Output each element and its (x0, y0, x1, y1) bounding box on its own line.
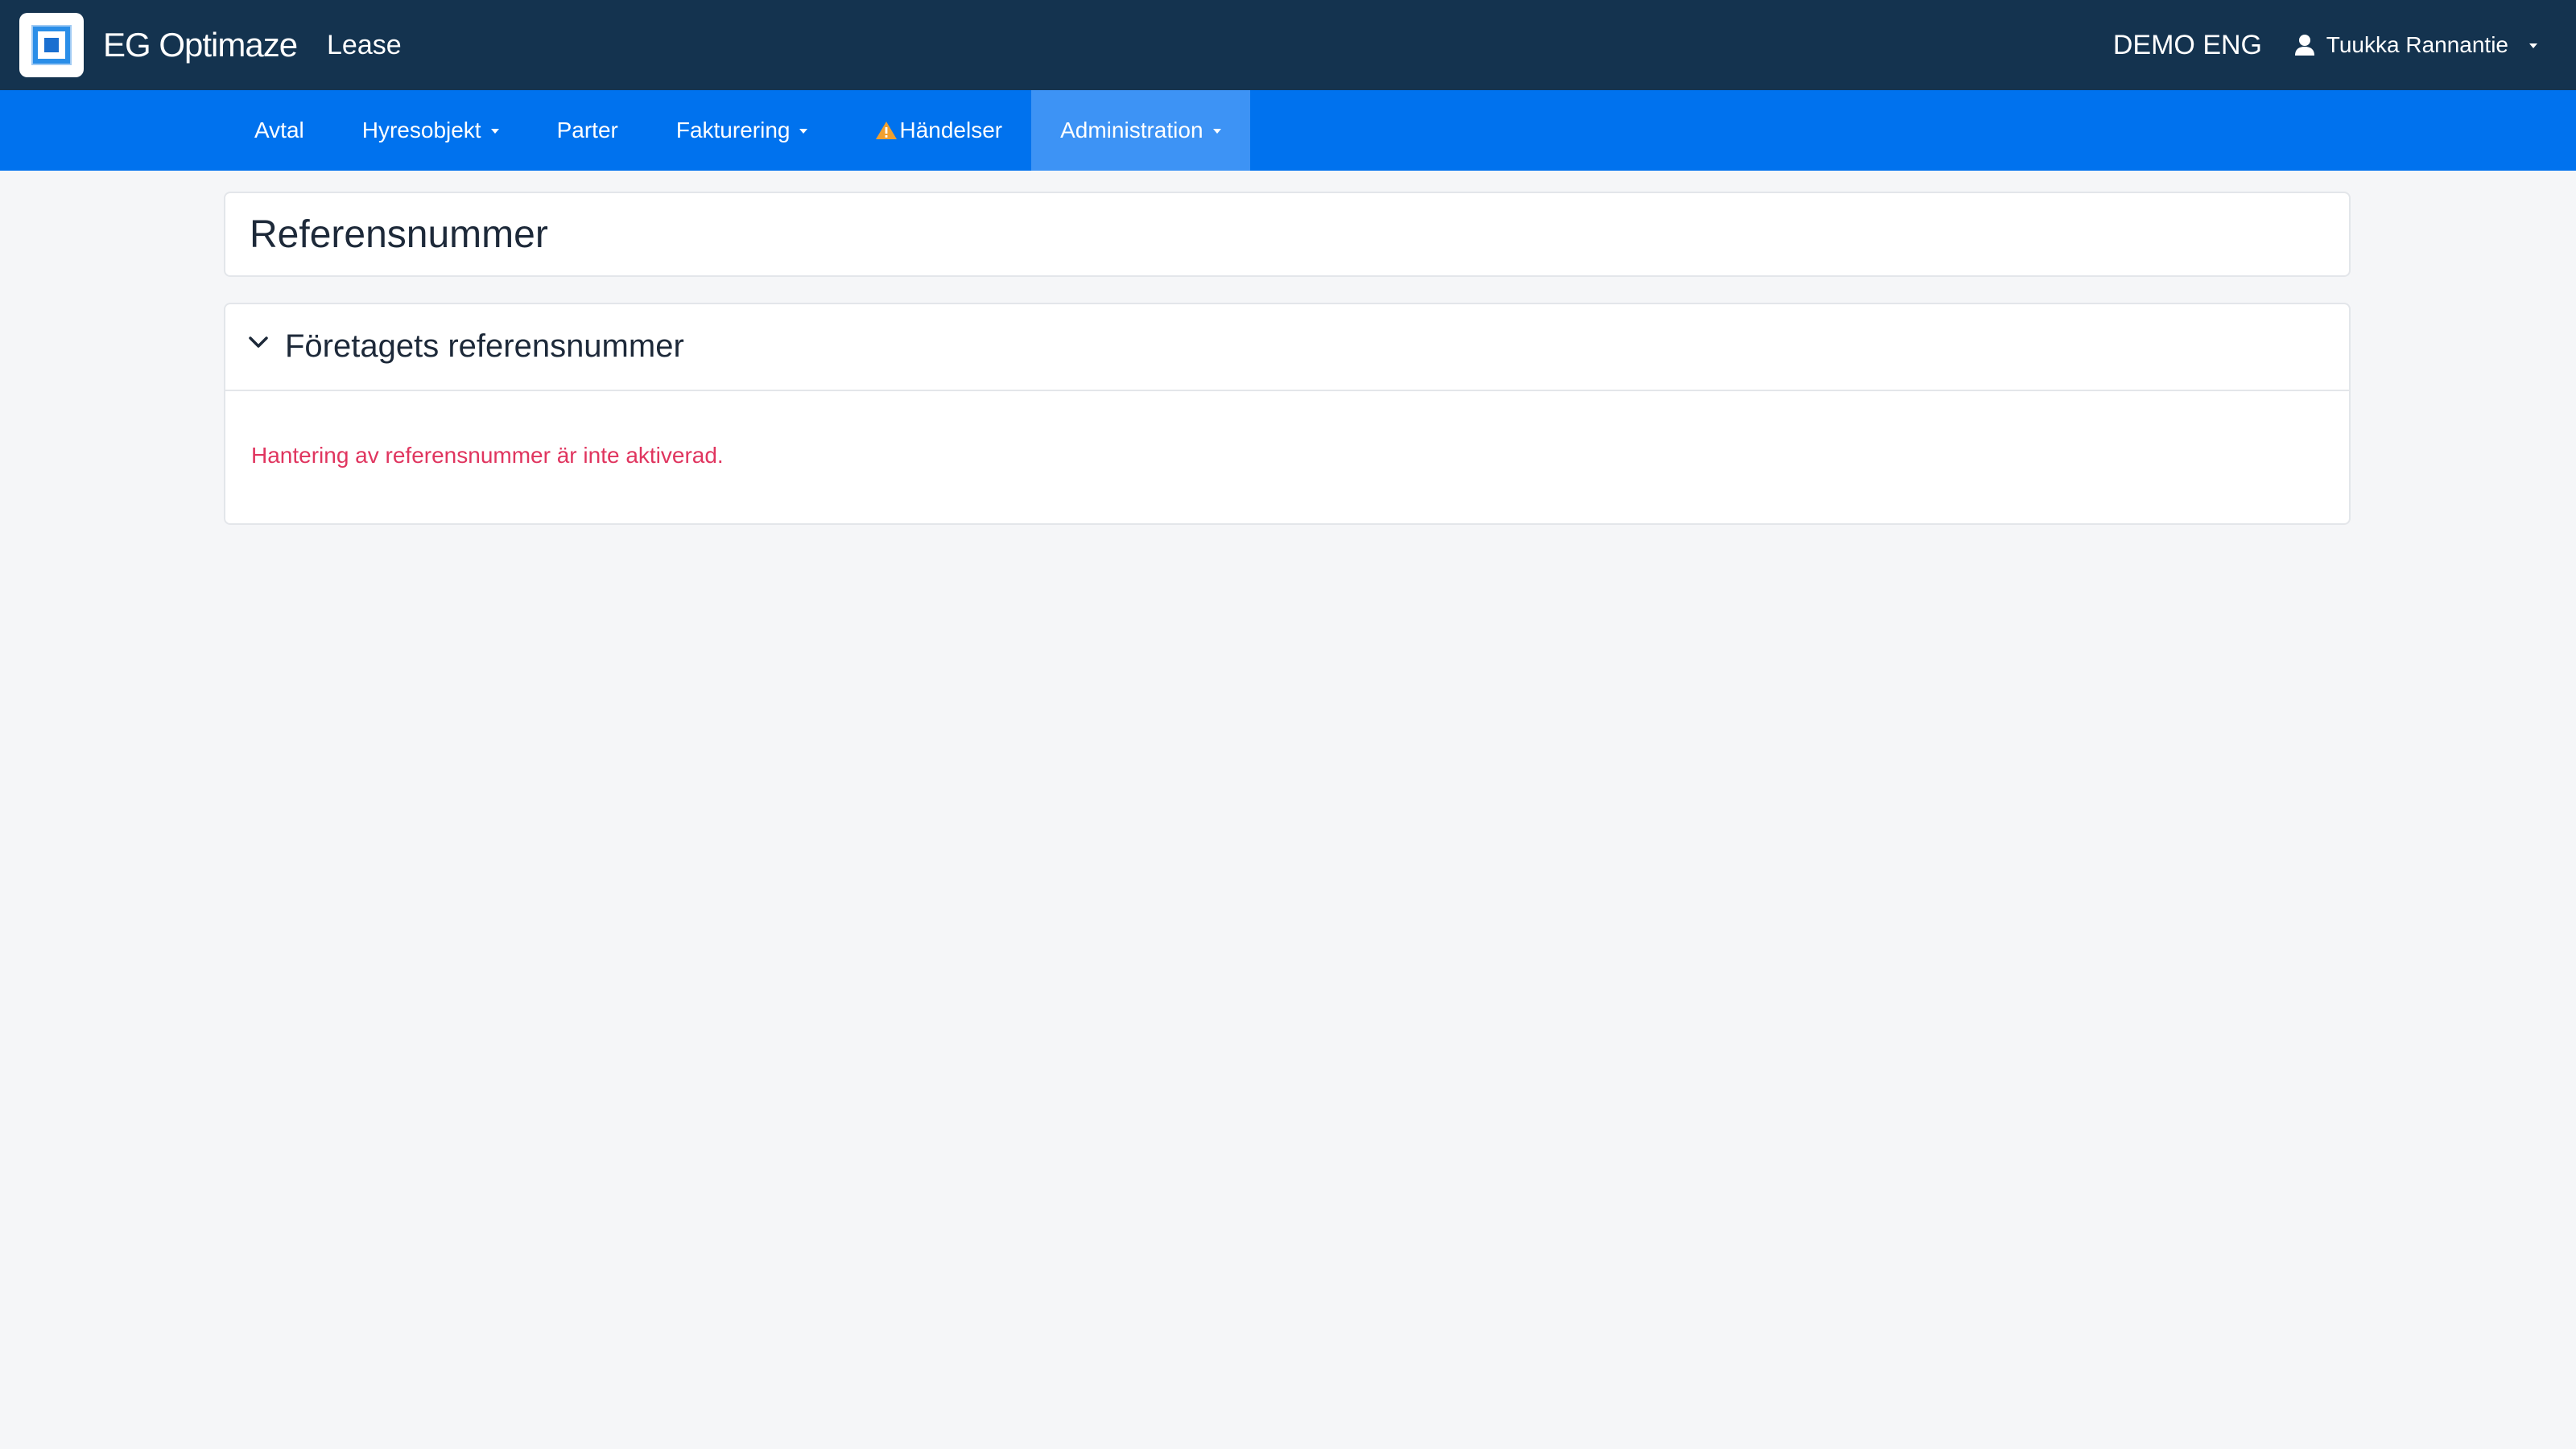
nav-item-avtal[interactable]: Avtal (225, 90, 333, 171)
nav-item-label: Avtal (254, 118, 304, 142)
nav-item-label: Hyresobjekt (361, 118, 481, 142)
caret-down-icon (1212, 129, 1221, 134)
caret-down-icon (490, 129, 499, 134)
nav-item-label: Fakturering (675, 118, 791, 142)
user-name: Tuukka Rannantie (2326, 32, 2508, 57)
main-navigation: Avtal Hyresobjekt Parter Fakturering Hän… (0, 90, 2576, 171)
nav-item-fakturering[interactable]: Fakturering (647, 90, 847, 171)
nav-item-hyresobjekt[interactable]: Hyresobjekt (333, 90, 528, 171)
section-header-toggle[interactable]: Företagets referensnummer (225, 304, 2349, 391)
app-logo-icon[interactable] (19, 13, 84, 77)
nav-item-administration[interactable]: Administration (1031, 90, 1250, 171)
status-message: Hantering av referensnummer är inte akti… (251, 443, 724, 468)
user-icon (2294, 34, 2315, 56)
nav-item-label: Administration (1060, 118, 1203, 142)
warning-icon (875, 121, 898, 140)
chevron-down-icon (2529, 43, 2537, 48)
nav-item-handelser[interactable]: Händelser (846, 90, 1031, 171)
reference-number-section: Företagets referensnummer Hantering av r… (224, 303, 2351, 525)
top-bar: EG Optimaze Lease DEMO ENG Tuukka Rannan… (0, 0, 2576, 90)
brand-name[interactable]: EG Optimaze (103, 24, 298, 66)
product-name: Lease (327, 30, 402, 60)
page-title-card: Referensnummer (224, 192, 2351, 277)
user-menu[interactable]: Tuukka Rannantie (2294, 24, 2537, 66)
nav-item-parter[interactable]: Parter (528, 90, 647, 171)
nav-item-label: Händelser (899, 118, 1003, 142)
chevron-down-icon (248, 335, 269, 349)
nav-item-label: Parter (556, 118, 618, 142)
caret-down-icon (799, 129, 808, 134)
section-title: Företagets referensnummer (285, 328, 684, 364)
page-title: Referensnummer (250, 213, 548, 256)
company-name: DEMO ENG (2112, 30, 2262, 60)
